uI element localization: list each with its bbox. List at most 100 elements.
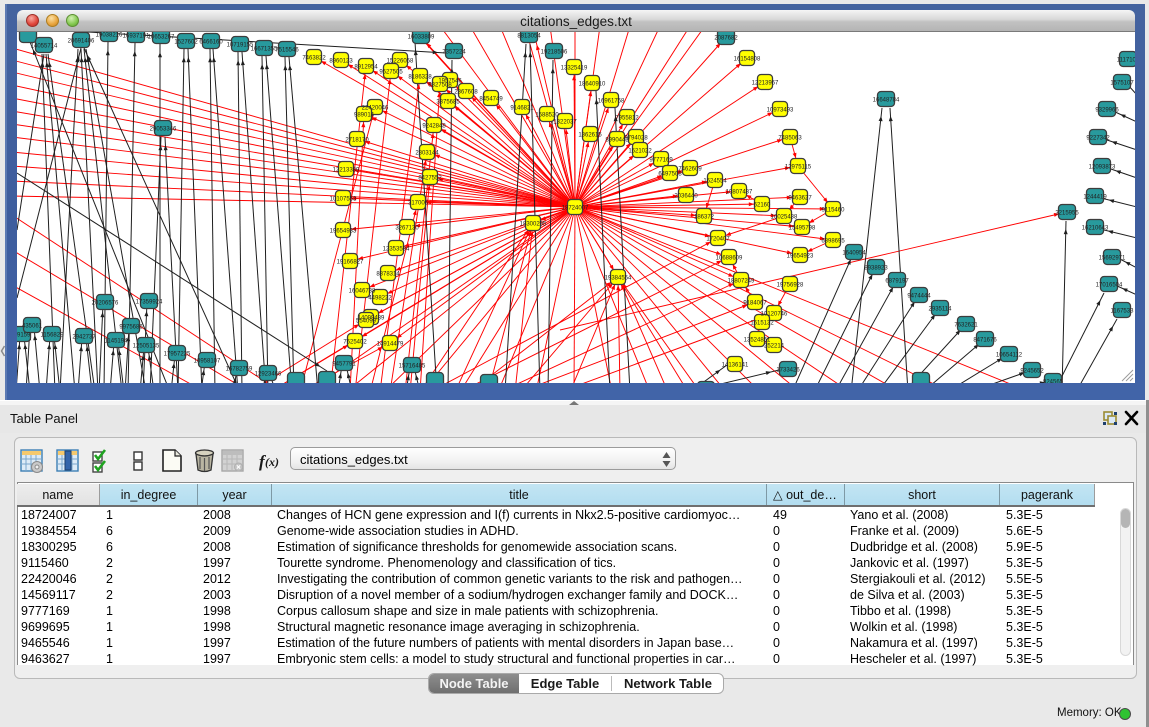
svg-text:8878314: 8878314 [376, 271, 400, 277]
svg-text:8454749: 8454749 [479, 96, 503, 102]
svg-text:12213967: 12213967 [752, 80, 779, 86]
svg-text:20691406: 20691406 [68, 38, 95, 44]
svg-text:10807487: 10807487 [726, 189, 753, 195]
svg-text:19654933: 19654933 [330, 228, 357, 234]
svg-text:1362615: 1362615 [578, 132, 602, 138]
svg-text:29053346: 29053346 [150, 126, 177, 132]
svg-text:15692971: 15692971 [1099, 255, 1126, 261]
svg-text:1588520: 1588520 [535, 112, 559, 118]
svg-text:6898695: 6898695 [821, 238, 845, 244]
svg-text:13325419: 13325419 [561, 65, 588, 71]
svg-text:2087682: 2087682 [714, 35, 738, 41]
svg-text:17016504: 17016504 [1096, 282, 1123, 288]
svg-text:1117104: 1117104 [1117, 57, 1135, 63]
svg-text:14055714: 14055714 [31, 43, 58, 49]
svg-text:9115460: 9115460 [822, 207, 846, 213]
svg-text:(x): (x) [265, 455, 279, 469]
svg-text:9975686: 9975686 [119, 324, 143, 330]
svg-text:17359924: 17359924 [136, 299, 163, 305]
svg-text:8938923: 8938923 [864, 265, 888, 271]
svg-text:16210643: 16210643 [1082, 225, 1109, 231]
svg-text:12975115: 12975115 [785, 164, 812, 170]
svg-text:19038216: 19038216 [96, 32, 123, 38]
svg-text:14914479: 14914479 [377, 341, 404, 347]
svg-text:9184067: 9184067 [743, 300, 767, 306]
svg-text:1720407: 1720407 [706, 236, 730, 242]
svg-text:10120746: 10120746 [761, 311, 788, 317]
svg-text:16782759: 16782759 [226, 366, 253, 372]
svg-text:9794028: 9794028 [624, 135, 648, 141]
svg-text:16154808: 16154808 [734, 56, 761, 62]
svg-text:7357224: 7357224 [442, 49, 466, 55]
svg-text:19756928: 19756928 [777, 282, 804, 288]
svg-text:62160: 62160 [754, 202, 771, 208]
svg-text:9474444: 9474444 [907, 293, 931, 299]
svg-text:16648784: 16648784 [873, 97, 900, 103]
svg-text:824565: 824565 [1043, 379, 1064, 383]
svg-text:1145194: 1145194 [105, 338, 129, 344]
svg-text:15495798: 15495798 [789, 225, 816, 231]
svg-text:39159: 39159 [17, 332, 31, 338]
svg-text:2803144: 2803144 [415, 150, 439, 156]
svg-text:1624554: 1624554 [703, 178, 727, 184]
svg-text:7955812: 7955812 [615, 115, 639, 121]
svg-text:3267130: 3267130 [395, 225, 419, 231]
svg-text:16937191: 16937191 [123, 33, 150, 39]
svg-text:10654112: 10654112 [996, 352, 1023, 358]
svg-text:12093873: 12093873 [1089, 164, 1116, 170]
svg-text:2367608: 2367608 [454, 89, 478, 95]
svg-text:8427552: 8427552 [418, 175, 442, 181]
svg-text:252214: 252214 [764, 343, 785, 349]
svg-text:6879197: 6879197 [885, 278, 909, 284]
svg-text:1322037: 1322037 [553, 119, 577, 125]
svg-text:2036440: 2036440 [674, 193, 698, 199]
svg-text:1527602: 1527602 [174, 39, 198, 45]
svg-text:7515546: 7515546 [275, 47, 299, 53]
svg-text:7462609: 7462609 [678, 166, 702, 172]
svg-text:12505135: 12505135 [133, 343, 160, 349]
svg-text:18807249: 18807249 [728, 278, 755, 284]
svg-text:22420046: 22420046 [362, 105, 389, 111]
svg-text:1575107: 1575107 [1110, 80, 1134, 86]
svg-text:7463822: 7463822 [302, 55, 326, 61]
svg-text:9527505: 9527505 [379, 69, 403, 75]
svg-text:10973493: 10973493 [767, 107, 794, 113]
svg-text:15226058: 15226058 [387, 58, 414, 64]
svg-text:19654923: 19654923 [787, 253, 814, 259]
svg-text:435061: 435061 [22, 323, 43, 329]
svg-text:19384554: 19384554 [605, 275, 632, 281]
svg-text:3875685: 3875685 [436, 99, 460, 105]
svg-text:2942737: 2942737 [72, 334, 96, 340]
svg-text:10107553: 10107553 [330, 196, 357, 202]
svg-text:1244419: 1244419 [1083, 194, 1107, 200]
svg-text:16033809: 16033809 [408, 34, 435, 40]
svg-text:7485063: 7485063 [778, 135, 802, 141]
svg-text:10688609: 10688609 [716, 255, 743, 261]
svg-text:12213389: 12213389 [333, 167, 360, 173]
svg-text:18724007: 18724007 [562, 205, 589, 211]
svg-text:6466160: 6466160 [199, 39, 223, 45]
svg-text:9777169: 9777169 [649, 157, 673, 163]
svg-text:18300295: 18300295 [520, 221, 547, 227]
svg-text:9457791: 9457791 [332, 361, 356, 367]
svg-text:8186328: 8186328 [408, 74, 432, 80]
svg-text:9146821: 9146821 [510, 105, 534, 111]
svg-text:19218506: 19218506 [541, 49, 568, 55]
svg-text:10653267: 10653267 [148, 34, 175, 40]
svg-text:1156829: 1156829 [41, 332, 65, 338]
svg-text:14136141: 14136141 [722, 362, 749, 368]
svg-text:20206576: 20206576 [92, 300, 119, 306]
svg-text:9245652: 9245652 [1020, 368, 1044, 374]
svg-text:1615132: 1615132 [750, 320, 774, 326]
svg-text:2935114: 2935114 [929, 306, 953, 312]
svg-text:8471676: 8471676 [973, 337, 997, 343]
svg-text:10025438: 10025438 [771, 214, 798, 220]
svg-text:8960123: 8960123 [329, 58, 353, 64]
svg-text:9463627: 9463627 [788, 195, 812, 201]
svg-text:19166827: 19166827 [337, 259, 364, 265]
svg-text:1640954: 1640954 [842, 250, 866, 256]
svg-text:317006: 317006 [408, 200, 429, 206]
svg-text:10958107: 10958107 [194, 358, 221, 364]
svg-text:16671355: 16671355 [251, 46, 278, 52]
svg-text:12353594: 12353594 [383, 246, 410, 252]
